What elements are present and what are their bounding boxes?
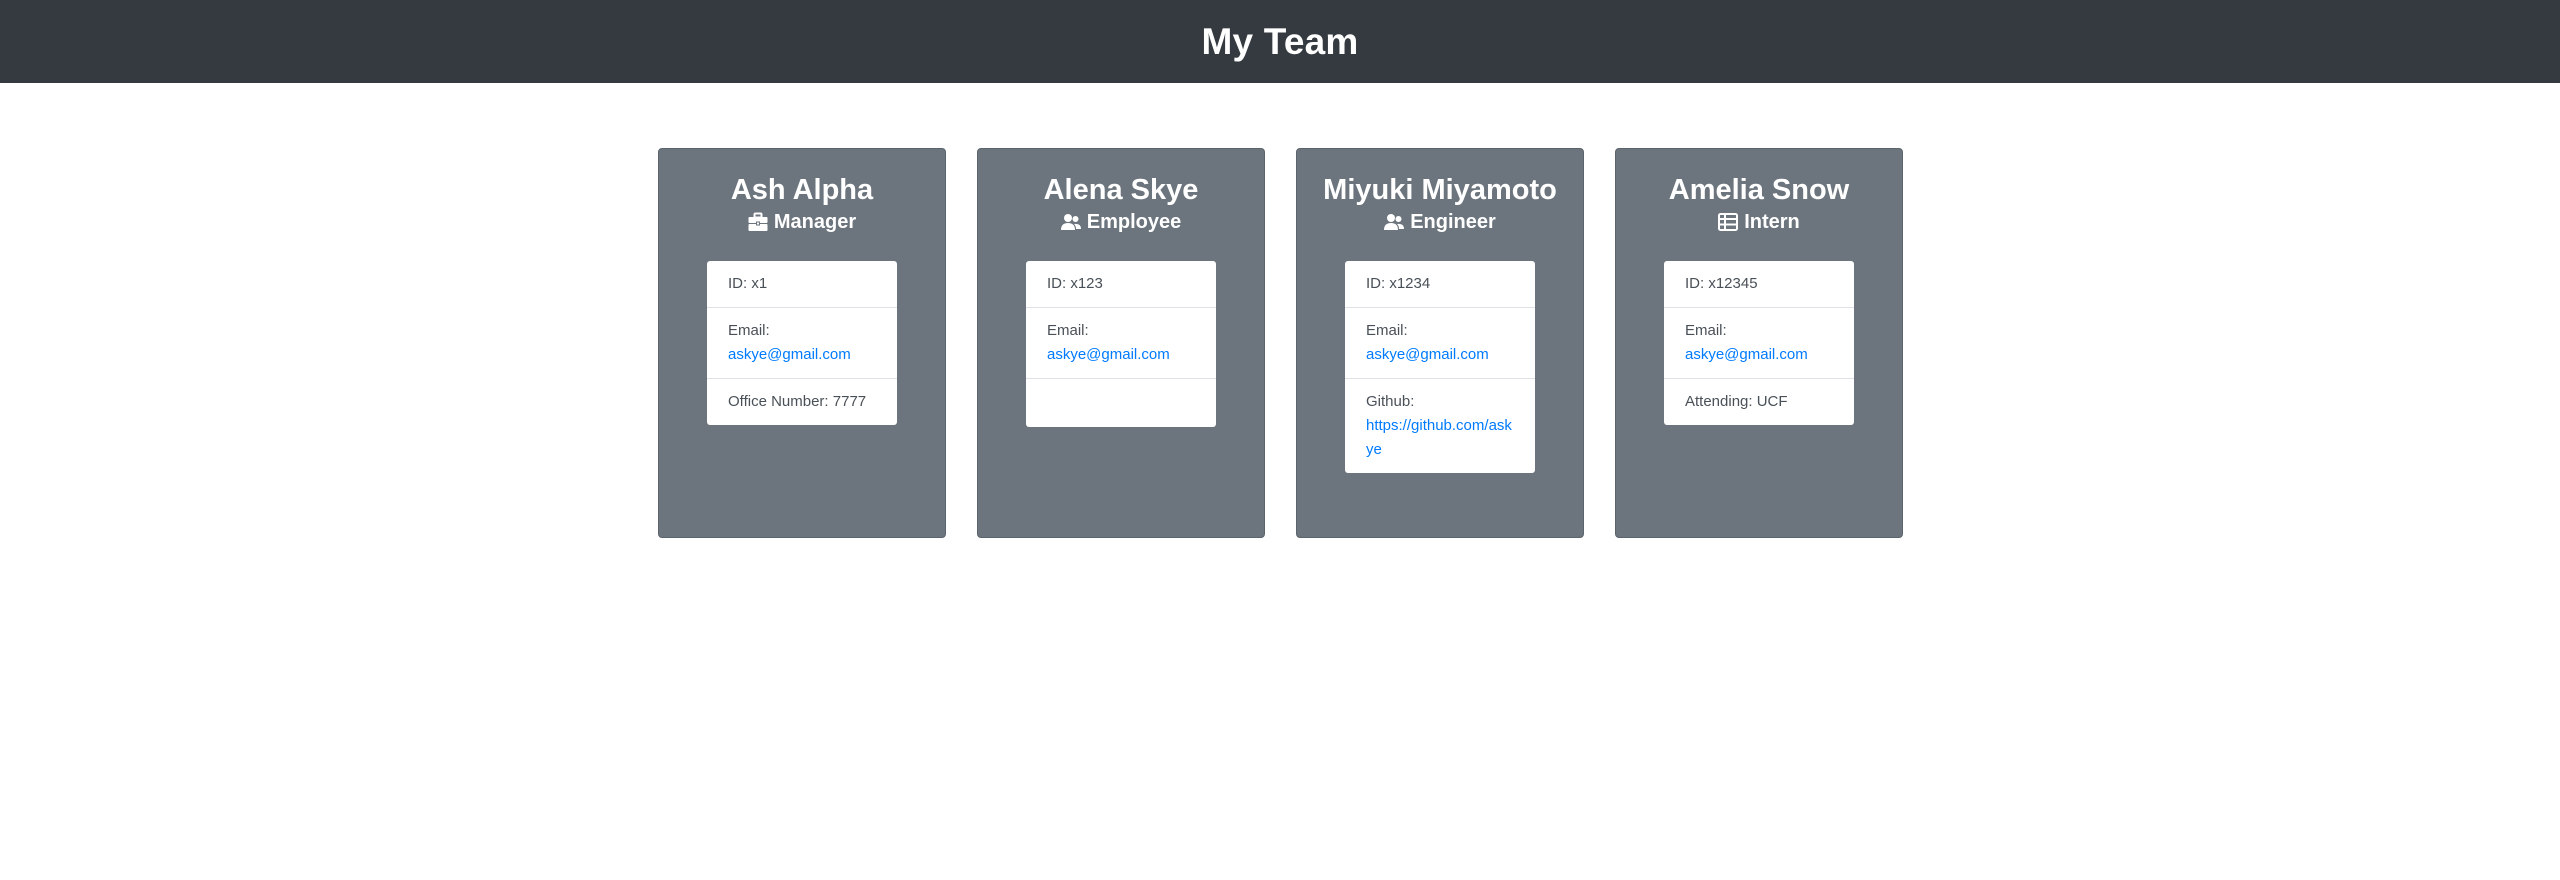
employee-role: Employee [1060, 208, 1182, 236]
email-label: Email: [728, 322, 770, 339]
role-label: Engineer [1410, 211, 1496, 233]
info-list: ID: x123 Email: askye@gmail.com [1026, 261, 1216, 427]
page-title: My Team [1201, 20, 1359, 62]
email-label: Email: [1366, 322, 1408, 339]
email-link[interactable]: askye@gmail.com [728, 343, 877, 367]
users-icon [1384, 212, 1405, 232]
employee-role: Manager [748, 208, 856, 236]
employee-card-intern: Amelia Snow Intern ID: x12345 Email: ask… [1615, 148, 1903, 538]
id-item: ID: x1234 [1345, 261, 1535, 308]
info-list: ID: x1234 Email: askye@gmail.com Github:… [1345, 261, 1535, 473]
info-list: ID: x1 Email: askye@gmail.com Office Num… [707, 261, 897, 425]
id-item: ID: x123 [1026, 261, 1216, 308]
employee-card-employee: Alena Skye Employee ID: x123 Email: asky… [977, 148, 1265, 538]
office-number-item: Office Number: 7777 [728, 393, 867, 410]
email-label: Email: [1685, 322, 1727, 339]
github-item: Github: https://github.com/askye [1345, 379, 1535, 473]
employee-name: Alena Skye [1043, 174, 1199, 206]
table-list-icon [1718, 212, 1739, 232]
github-link[interactable]: https://github.com/askye [1366, 414, 1515, 462]
users-icon [1060, 212, 1081, 232]
email-item: Email: askye@gmail.com [1026, 308, 1216, 379]
role-label: Manager [773, 211, 857, 233]
github-label: Github: [1366, 393, 1415, 410]
employee-role: Engineer [1384, 208, 1496, 236]
employee-name: Amelia Snow [1668, 174, 1850, 206]
email-label: Email: [1047, 322, 1089, 339]
email-link[interactable]: askye@gmail.com [1047, 343, 1196, 367]
email-item: Email: askye@gmail.com [707, 308, 897, 379]
id-item: ID: x1 [707, 261, 897, 308]
school-item: Attending: UCF [1685, 393, 1788, 410]
team-cards: Ash Alpha Manager ID: x1 Email: askye@gm… [658, 148, 1903, 538]
employee-role: Intern [1718, 208, 1800, 236]
info-list: ID: x12345 Email: askye@gmail.com Attend… [1664, 261, 1854, 425]
role-label: Employee [1086, 211, 1182, 233]
email-link[interactable]: askye@gmail.com [1366, 343, 1515, 367]
employee-card-engineer: Miyuki Miyamoto Engineer ID: x1234 Email… [1296, 148, 1584, 538]
employee-name: Ash Alpha [730, 174, 874, 206]
page-header: My Team [0, 0, 2560, 83]
employee-name: Miyuki Miyamoto [1323, 174, 1557, 206]
role-label: Intern [1744, 211, 1800, 233]
id-item: ID: x12345 [1664, 261, 1854, 308]
email-item: Email: askye@gmail.com [1345, 308, 1535, 379]
briefcase-icon [748, 212, 768, 232]
email-link[interactable]: askye@gmail.com [1685, 343, 1834, 367]
employee-card-manager: Ash Alpha Manager ID: x1 Email: askye@gm… [658, 148, 946, 538]
empty-item [1026, 379, 1216, 427]
email-item: Email: askye@gmail.com [1664, 308, 1854, 379]
